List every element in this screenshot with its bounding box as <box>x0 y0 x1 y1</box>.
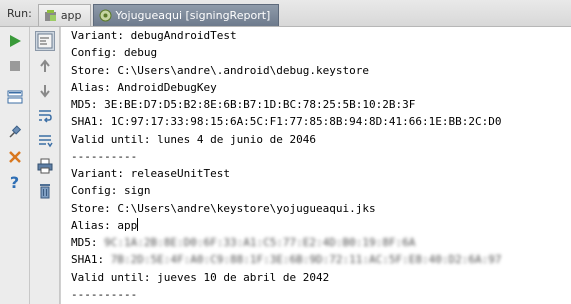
console-line: Config: debug <box>71 46 158 60</box>
close-icon <box>8 151 21 163</box>
console-line: ---------- <box>71 149 138 163</box>
print-button[interactable] <box>35 156 55 176</box>
rerun-button[interactable] <box>5 31 25 51</box>
redacted-sha1: 7B:2D:5E:4F:A0:C9:88:1F:3E:6B:9D:72:11:A… <box>110 253 502 267</box>
gradle-icon <box>99 9 112 22</box>
android-icon <box>44 9 57 22</box>
console-line: Store: C:\Users\andre\.android\debug.key… <box>71 63 370 77</box>
help-icon: ? <box>9 172 20 192</box>
console-line-md5: MD5: 9C:1A:2B:8E:D0:6F:33:A1:C5:77:E2:4D… <box>71 234 501 251</box>
console-line-sha1: SHA1: 7B:2D:5E:4F:A0:C9:88:1F:3E:6B:9D:7… <box>71 251 501 268</box>
console-line: Config: sign <box>71 184 151 198</box>
stop-icon <box>9 61 20 71</box>
run-tab-bar: Run: app Yojugueaqui [signingReport] <box>0 0 571 27</box>
console-output[interactable]: Variant: debugAndroidTest Config: debug … <box>60 27 571 304</box>
help-button[interactable]: ? <box>5 172 25 192</box>
clear-all-button[interactable] <box>35 181 55 201</box>
tab-signing-report-label: Yojugueaqui [signingReport] <box>115 9 271 22</box>
console-toolbar <box>30 27 60 304</box>
scroll-up-icon <box>39 59 50 72</box>
pin-tab-button[interactable] <box>5 122 25 142</box>
run-toolbar: ? <box>0 27 30 304</box>
console-line: Variant: releaseUnitTest <box>71 167 230 180</box>
close-button[interactable] <box>5 147 25 167</box>
sha1-label: SHA1: <box>71 253 105 267</box>
scroll-up-button[interactable] <box>35 56 55 76</box>
scroll-to-end-icon <box>38 135 53 148</box>
layout-icon <box>7 90 22 104</box>
redacted-md5: 9C:1A:2B:8E:D0:6F:33:A1:C5:77:E2:4D:B0:1… <box>104 236 416 249</box>
scroll-down-icon <box>39 85 50 98</box>
console-line: Store: C:\Users\andre\keystore\yojugueaq… <box>71 201 376 215</box>
console-line: Valid until: jueves 10 de abril de 2042 <box>71 270 330 284</box>
restore-layout-button[interactable] <box>5 87 25 107</box>
console-line: ---------- <box>71 287 138 301</box>
tab-app-label: app <box>60 9 82 22</box>
stop-button[interactable] <box>5 56 25 76</box>
console-line: MD5: 3E:BE:D7:D5:B2:8E:6B:B7:1D:BC:78:25… <box>71 98 416 111</box>
clear-icon <box>39 184 50 199</box>
print-icon <box>37 158 52 174</box>
console-lines: Variant: debugAndroidTest Config: debug … <box>71 27 501 303</box>
console-line-alias: Alias: app <box>71 217 501 234</box>
wrap-lines-button[interactable] <box>35 106 55 126</box>
tab-app[interactable]: app <box>37 4 91 26</box>
run-icon <box>9 35 21 47</box>
scroll-to-end-button[interactable] <box>35 131 55 151</box>
tab-signing-report[interactable]: Yojugueaqui [signingReport] <box>92 4 280 26</box>
soft-wrap-icon <box>37 33 52 49</box>
soft-wrap-button[interactable] <box>34 31 55 51</box>
text-caret <box>137 217 139 231</box>
scroll-down-button[interactable] <box>35 81 55 101</box>
run-label: Run: <box>7 7 32 20</box>
pin-icon <box>8 125 21 138</box>
md5-label: MD5: <box>71 236 98 249</box>
console-line: Variant: debugAndroidTest <box>71 29 237 42</box>
alias-text: Alias: app <box>71 218 138 232</box>
console-line: Valid until: lunes 4 de junio de 2046 <box>71 132 317 146</box>
console-line: SHA1: 1C:97:17:33:98:15:6A:5C:F1:77:85:8… <box>71 115 502 129</box>
console-line: Alias: AndroidDebugKey <box>71 80 217 94</box>
wrap-lines-icon <box>38 110 52 123</box>
